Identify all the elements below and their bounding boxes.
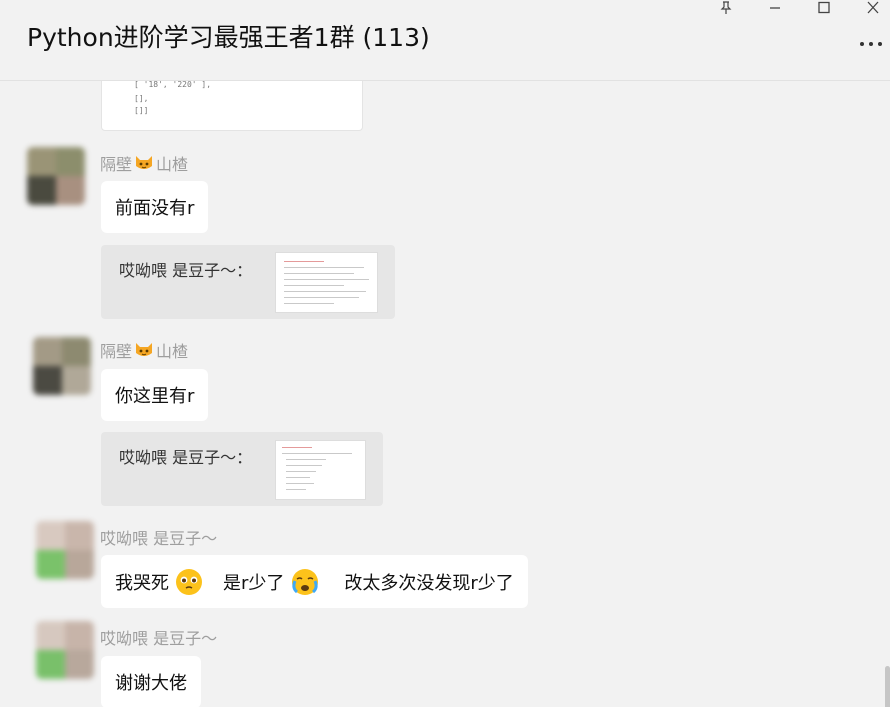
scrollbar[interactable] [885,666,890,707]
avatar[interactable] [36,621,94,679]
message-text: 你这里有r [115,386,195,407]
more-icon[interactable] [858,34,884,54]
message-text-segment: 改太多次没发现r少了 [344,572,514,594]
sender-name-text: 哎呦喂 是豆子～ [100,629,218,648]
code-line: []] [134,106,149,115]
cat-face-emoji [136,343,153,356]
chat-title: Python进阶学习最强王者1群 (113) [27,23,430,52]
message-text: 前面没有r [115,198,195,219]
sender-name: 隔壁 山楂 [100,151,188,175]
message-bubble[interactable]: 前面没有r [101,181,209,233]
quote-text: 哎呦喂 是豆子～： [119,448,253,467]
minimize-icon[interactable] [764,0,786,16]
avatar[interactable] [33,337,91,395]
sender-name-part: 隔壁 [100,342,133,361]
message-bubble[interactable]: 谢谢大佬 [101,656,201,707]
message-bubble[interactable]: 我哭死 是r少了 改太多次没发现r少了 [101,555,528,608]
message-text: 谢谢大佬 [115,673,187,694]
code-line: [], [134,94,149,103]
message-text-segment: 是r少了 [223,572,285,594]
sender-name-part: 隔壁 [100,155,133,174]
pin-icon[interactable] [715,0,737,16]
cat-face-emoji [136,156,153,169]
reply-quote[interactable]: 哎呦喂 是豆子～： [101,245,395,319]
message-text-segment: 我哭死 [115,572,169,594]
teary-face-emoji [176,568,202,595]
sender-name: 哎呦喂 是豆子～ [100,625,217,649]
chat-header: Python进阶学习最强王者1群 (113) [0,0,890,81]
quoted-image-thumbnail[interactable] [275,252,378,313]
message-list[interactable]: [ '18', '220' ], [], []] 隔壁 山楂 前面没有r 哎呦喂… [0,81,890,707]
message-bubble[interactable]: 你这里有r [101,369,209,421]
code-screenshot-message[interactable]: [ '18', '220' ], [], []] [101,81,363,131]
close-icon[interactable] [862,0,884,16]
quote-text: 哎呦喂 是豆子～： [119,261,253,280]
sender-name-part: 山楂 [156,155,189,174]
sender-name-text: 哎呦喂 是豆子～ [100,529,218,548]
crying-face-emoji [292,568,319,595]
maximize-icon[interactable] [813,0,835,16]
sender-name: 隔壁 山楂 [100,338,188,362]
avatar[interactable] [27,147,85,205]
sender-name: 哎呦喂 是豆子～ [100,525,217,549]
sender-name-part: 山楂 [156,342,189,361]
code-line: [ '18', '220' ], [134,81,212,89]
reply-quote[interactable]: 哎呦喂 是豆子～： [101,432,383,506]
quoted-image-thumbnail[interactable] [275,440,366,500]
avatar[interactable] [36,521,94,579]
